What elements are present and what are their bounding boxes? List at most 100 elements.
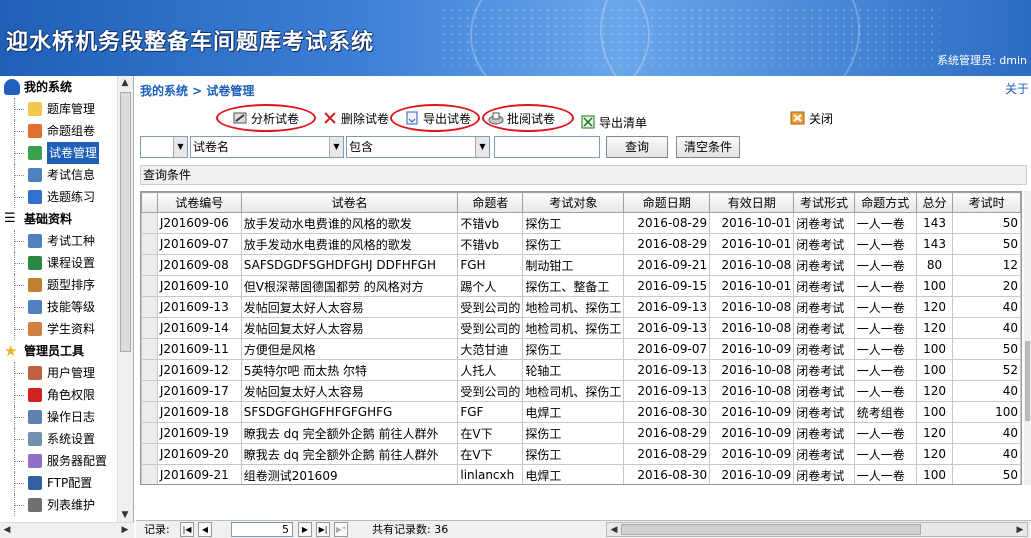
sidebar-item[interactable]: 命题组卷 — [0, 120, 118, 142]
sidebar-item[interactable]: 试卷管理 — [0, 142, 118, 164]
scroll-thumb[interactable] — [1025, 341, 1030, 421]
export-button[interactable]: 导出试卷 — [404, 108, 471, 128]
table-row[interactable]: J201609-13 发帖回复太好人太容易 受到公司的 地检司机、探伤工 2016-09… — [141, 296, 1021, 318]
chevron-down-icon[interactable]: ▼ — [475, 137, 489, 157]
record-number-input[interactable]: 5 — [231, 522, 293, 537]
table-row[interactable]: J201609-20 瞭我去 dq 完全额外企鹅 前往人群外 在V下 探伤工 2016-… — [141, 443, 1021, 465]
table-row[interactable]: J201609-07 放手发动水电费谁的风格的歌发 不错vb 探伤工 2016-08-2… — [141, 233, 1021, 255]
clear-button[interactable]: 清空条件 — [676, 136, 740, 158]
column-header[interactable]: 命题日期 — [623, 192, 711, 213]
sidebar-item[interactable]: 技能等级 — [0, 296, 118, 318]
keyword-input[interactable] — [494, 136, 600, 158]
sidebar-hscrollbar[interactable]: ◀ ▶ — [0, 522, 134, 538]
field-select-2[interactable]: 试卷名 ▼ — [190, 136, 344, 158]
stop-icon — [28, 388, 42, 402]
column-header[interactable]: 考试对象 — [522, 192, 625, 213]
column-header[interactable]: 试卷名 — [240, 192, 459, 213]
review-button[interactable]: 批阅试卷 — [488, 108, 555, 128]
sidebar-item[interactable]: 角色权限 — [0, 384, 118, 406]
row-indicator[interactable] — [141, 254, 158, 276]
table-row[interactable]: J201609-18 SFSDGFGHGFHFGFGHFG FGF 电焊工 2016-0… — [141, 401, 1021, 423]
table-row[interactable]: J201609-06 放手发动水电费谁的风格的歌发 不错vb 探伤工 2016-08-2… — [141, 212, 1021, 234]
operator-select[interactable]: 包含 ▼ — [346, 136, 490, 158]
sidebar-item[interactable]: 课程设置 — [0, 252, 118, 274]
sidebar-item[interactable]: 题型排序 — [0, 274, 118, 296]
row-indicator[interactable] — [141, 233, 158, 255]
scroll-thumb[interactable] — [621, 524, 921, 535]
table-row[interactable]: J201609-17 发帖回复太好人太容易 受到公司的 地检司机、探伤工 2016-09… — [141, 380, 1021, 402]
row-indicator[interactable] — [141, 443, 158, 465]
table-row[interactable]: J201609-21 组卷测试201609 linlancxh 电焊工 2016-08-… — [141, 464, 1021, 484]
last-record-icon[interactable]: ▶| — [316, 522, 330, 537]
scroll-right-icon[interactable]: ▶ — [1013, 523, 1027, 537]
column-header[interactable]: 总分 — [915, 192, 954, 213]
sidebar-item[interactable]: 服务器配置 — [0, 450, 118, 472]
table-row[interactable]: J201609-19 瞭我去 dq 完全额外企鹅 前往人群外 在V下 探伤工 2016-… — [141, 422, 1021, 444]
sidebar-item[interactable]: 列表维护 — [0, 494, 118, 516]
row-indicator[interactable] — [141, 317, 158, 339]
search-button[interactable]: 查询 — [606, 136, 668, 158]
table-row[interactable]: J201609-08 SAFSDGDFSGHDFGHJ DDFHFGH FGH 制动钳… — [141, 254, 1021, 276]
sidebar-group[interactable]: 我的系统 — [0, 76, 118, 98]
chevron-down-icon[interactable]: ▼ — [329, 137, 343, 157]
row-indicator[interactable] — [141, 359, 158, 381]
row-indicator[interactable] — [141, 464, 158, 484]
prev-record-icon[interactable]: ◀ — [198, 522, 212, 537]
sidebar-item[interactable]: 系统设置 — [0, 428, 118, 450]
column-header[interactable]: 试卷编号 — [156, 192, 242, 213]
row-indicator[interactable] — [141, 296, 158, 318]
table-cell: 2016-10-09 — [709, 338, 795, 360]
row-indicator[interactable] — [141, 338, 158, 360]
row-indicator[interactable] — [141, 275, 158, 297]
about-link[interactable]: 关于 — [1005, 80, 1029, 97]
sidebar-item[interactable]: 题库管理 — [0, 98, 118, 120]
column-header[interactable]: 考试形式 — [793, 192, 855, 213]
sidebar-item[interactable]: 学生资料 — [0, 318, 118, 340]
export-list-button[interactable]: 导出清单 — [580, 112, 647, 132]
scroll-left-icon[interactable]: ◀ — [607, 523, 621, 537]
row-indicator[interactable] — [141, 401, 158, 423]
grid-scrollbar[interactable] — [1024, 191, 1031, 485]
column-header[interactable]: 命题方式 — [853, 192, 917, 213]
row-indicator[interactable] — [141, 422, 158, 444]
row-indicator[interactable] — [141, 380, 158, 402]
field-select-1[interactable]: ▼ — [140, 136, 188, 158]
scroll-left-icon[interactable]: ◀ — [0, 523, 14, 537]
scroll-thumb[interactable] — [120, 92, 131, 352]
sidebar-item[interactable]: 选题练习 — [0, 186, 118, 208]
next-record-icon[interactable]: ▶ — [298, 522, 312, 537]
table-cell: 一人一卷 — [853, 464, 917, 484]
chevron-down-icon[interactable]: ▼ — [173, 137, 187, 157]
table-cell: 电焊工 — [522, 401, 625, 423]
sidebar-tree: 我的系统 题库管理 命题组卷 试卷管理 考试信息 选题练习 ☰ 基础资料 考试工种 课程设置 题型排… — [0, 76, 118, 522]
table-row[interactable]: J201609-14 发帖回复太好人太容易 受到公司的 地检司机、探伤工 2016-09… — [141, 317, 1021, 339]
table-cell: 闭卷考试 — [793, 338, 855, 360]
column-header[interactable]: 有效日期 — [709, 192, 795, 213]
table-row[interactable]: J201609-12 5英特尔吧 而太热 尔特 人托人 轮轴工 2016-09-13 20… — [141, 359, 1021, 381]
table-cell: 轮轴工 — [522, 359, 625, 381]
sidebar-item[interactable]: 考试信息 — [0, 164, 118, 186]
sidebar-group[interactable]: ☰ 基础资料 — [0, 208, 118, 230]
first-record-icon[interactable]: |◀ — [180, 522, 194, 537]
row-indicator[interactable] — [141, 212, 158, 234]
sidebar-scrollbar[interactable]: ▲ ▼ — [117, 76, 133, 522]
sidebar-group[interactable]: ★ 管理员工具 — [0, 340, 118, 362]
column-header[interactable]: 考试时 — [952, 192, 1021, 213]
column-header[interactable]: 命题者 — [457, 192, 524, 213]
scroll-down-icon[interactable]: ▼ — [118, 508, 132, 522]
grid-hscrollbar[interactable]: ◀ ▶ — [606, 522, 1028, 537]
close-button[interactable]: 关闭 — [790, 108, 833, 128]
book-icon — [28, 256, 42, 270]
delete-button[interactable]: 删除试卷 — [322, 108, 389, 128]
list-doc-icon — [28, 498, 42, 512]
table-cell: 2016-08-29 — [623, 233, 711, 255]
scroll-up-icon[interactable]: ▲ — [118, 76, 132, 90]
table-row[interactable]: J201609-10 但V根深蒂固德国都劳 的风格对方 踢个人 探伤工、整备工 2016… — [141, 275, 1021, 297]
sidebar-item[interactable]: 操作日志 — [0, 406, 118, 428]
sidebar-item[interactable]: 考试工种 — [0, 230, 118, 252]
scroll-right-icon[interactable]: ▶ — [118, 523, 132, 537]
sidebar-item[interactable]: FTP配置 — [0, 472, 118, 494]
sidebar-item[interactable]: 用户管理 — [0, 362, 118, 384]
analyze-button[interactable]: 分析试卷 — [232, 108, 299, 128]
table-row[interactable]: J201609-11 方便但是风格 大范甘迪 探伤工 2016-09-07 2016-10… — [141, 338, 1021, 360]
